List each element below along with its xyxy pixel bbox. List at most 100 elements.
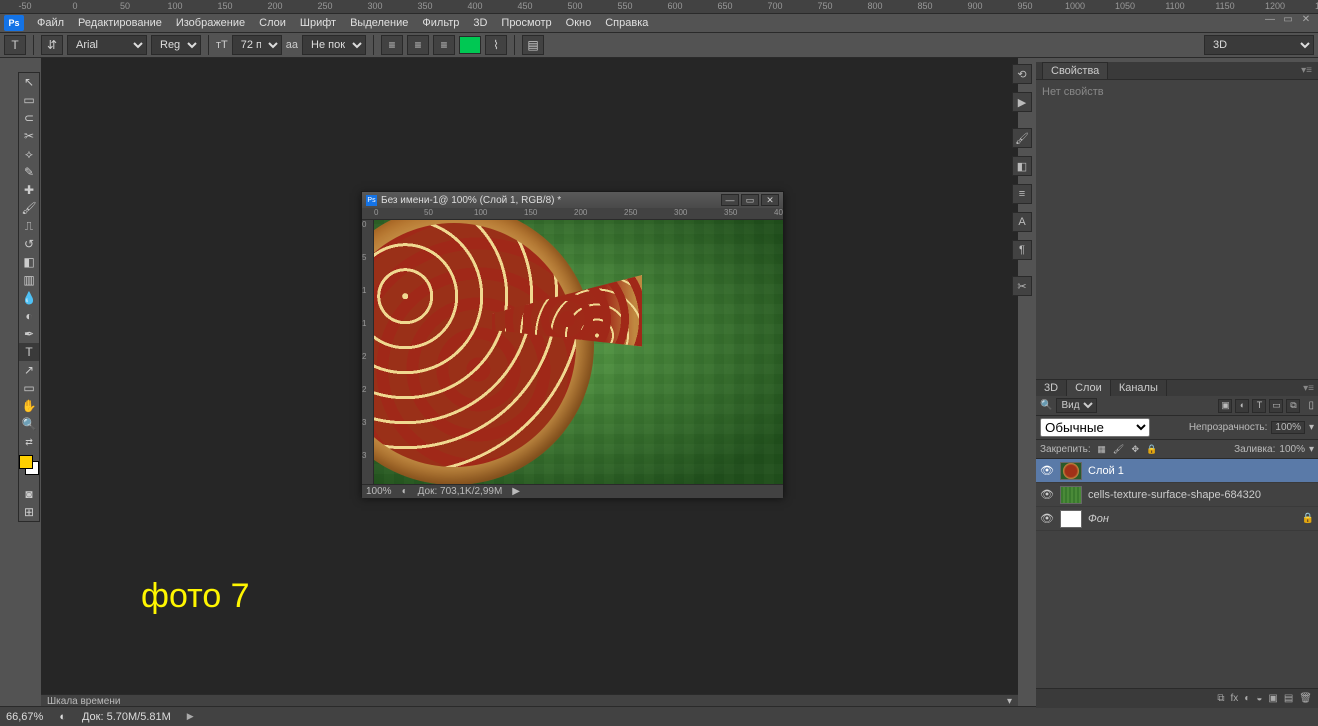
status-zoom[interactable]: 66,67%	[6, 711, 43, 723]
menu-Редактирование[interactable]: Редактирование	[71, 15, 169, 31]
adjustments-panel-icon[interactable]: ◧	[1012, 156, 1032, 176]
document-titlebar[interactable]: Ps Без имени-1@ 100% (Слой 1, RGB/8) * —…	[362, 192, 783, 208]
layer-filter-select[interactable]: Вид	[1056, 398, 1097, 413]
lasso-tool-icon[interactable]: ⊂	[19, 109, 39, 127]
quick-select-tool-icon[interactable]: ✂	[19, 127, 39, 145]
document-window[interactable]: Ps Без имени-1@ 100% (Слой 1, RGB/8) * —…	[361, 191, 784, 497]
align-left-icon[interactable]: ≡	[381, 35, 403, 55]
opacity-chevron-icon[interactable]: ▾	[1309, 422, 1314, 433]
dodge-tool-icon[interactable]: ◐	[19, 307, 39, 325]
menu-Изображение[interactable]: Изображение	[169, 15, 252, 31]
text-tool-icon[interactable]: T	[4, 35, 26, 55]
blur-tool-icon[interactable]: 💧	[19, 289, 39, 307]
filter-type-icon[interactable]: T	[1252, 399, 1266, 413]
properties-menu-icon[interactable]: ▾≡	[1301, 65, 1312, 76]
foreground-color-swatch[interactable]	[19, 455, 33, 469]
layer-thumbnail[interactable]	[1060, 510, 1082, 528]
character-panel-icon2[interactable]: A	[1012, 212, 1032, 232]
lock-position-icon[interactable]: ✥	[1128, 442, 1142, 456]
status-play-icon[interactable]: ▶	[187, 711, 194, 722]
status-exposure-icon[interactable]: ◐	[59, 711, 66, 723]
move-tool-icon[interactable]: ↖	[19, 73, 39, 91]
eyedropper-tool-icon[interactable]: ✎	[19, 163, 39, 181]
filter-shape-icon[interactable]: ▭	[1269, 399, 1283, 413]
brush-tool-icon[interactable]: 🖌	[19, 199, 39, 217]
tools-presets-icon[interactable]: ✂	[1012, 276, 1032, 296]
doc-zoom[interactable]: 100%	[366, 486, 392, 497]
canvas[interactable]	[374, 220, 783, 484]
screen-mode-icon[interactable]: ⊞	[19, 503, 39, 521]
adjustment-layer-icon[interactable]: ◒	[1256, 693, 1262, 704]
zoom-tool-icon[interactable]: 🔍	[19, 415, 39, 433]
filter-search-icon[interactable]: 🔍	[1040, 400, 1052, 411]
layer-row[interactable]: 👁 Слой 1	[1036, 459, 1318, 483]
layer-row[interactable]: 👁 cells-texture-surface-shape-684320	[1036, 483, 1318, 507]
color-swatches[interactable]	[19, 455, 39, 485]
blend-mode-select[interactable]: Обычные	[1040, 418, 1150, 437]
swap-colors-icon[interactable]: ⇄	[19, 433, 39, 451]
link-layers-icon[interactable]: ⧉	[1217, 693, 1224, 704]
mask-icon[interactable]: ◐	[1244, 693, 1250, 704]
tab-layers[interactable]: Слои	[1067, 380, 1111, 396]
menu-Файл[interactable]: Файл	[30, 15, 71, 31]
menu-3D[interactable]: 3D	[466, 15, 494, 31]
type-tool-icon[interactable]: T	[19, 343, 39, 361]
filter-smart-icon[interactable]: ⧉	[1286, 399, 1300, 413]
menu-Выделение[interactable]: Выделение	[343, 15, 415, 31]
history-brush-tool-icon[interactable]: ↺	[19, 235, 39, 253]
visibility-icon[interactable]: 👁	[1040, 464, 1054, 477]
fx-icon[interactable]: fx	[1231, 693, 1239, 704]
opacity-field[interactable]: 100%	[1271, 421, 1305, 434]
align-right-icon[interactable]: ≡	[433, 35, 455, 55]
quick-mask-icon[interactable]: ◙	[19, 485, 39, 503]
crop-tool-icon[interactable]: ⟡	[19, 145, 39, 163]
layers-menu-icon[interactable]: ▾≡	[1303, 383, 1318, 394]
lock-all-icon[interactable]: 🔒	[1145, 442, 1159, 456]
orientation-toggle-icon[interactable]: ⇵	[41, 35, 63, 55]
pen-tool-icon[interactable]: ✒	[19, 325, 39, 343]
layer-thumbnail[interactable]	[1060, 486, 1082, 504]
healing-tool-icon[interactable]: ✚	[19, 181, 39, 199]
delete-layer-icon[interactable]: 🗑	[1299, 693, 1312, 704]
styles-panel-icon[interactable]: ≡	[1012, 184, 1032, 204]
paragraph-panel-icon[interactable]: ¶	[1012, 240, 1032, 260]
menu-Фильтр[interactable]: Фильтр	[415, 15, 466, 31]
marquee-tool-icon[interactable]: ▭	[19, 91, 39, 109]
menu-Справка[interactable]: Справка	[598, 15, 655, 31]
window-minimize-icon[interactable]: —	[1262, 14, 1278, 28]
font-style-select[interactable]: Regular	[151, 35, 201, 55]
filter-adjust-icon[interactable]: ◐	[1235, 399, 1249, 413]
doc-close-icon[interactable]: ✕	[761, 194, 779, 206]
visibility-icon[interactable]: 👁	[1040, 488, 1054, 501]
path-select-tool-icon[interactable]: ↗	[19, 361, 39, 379]
font-size-select[interactable]: 72 пт	[232, 35, 282, 55]
layer-name[interactable]: Слой 1	[1088, 465, 1314, 477]
threed-select[interactable]: 3D	[1204, 35, 1314, 55]
menu-Окно[interactable]: Окно	[559, 15, 599, 31]
lock-transparent-icon[interactable]: ▦	[1095, 442, 1109, 456]
actions-panel-icon[interactable]: ▶	[1012, 92, 1032, 112]
text-color-swatch[interactable]	[459, 36, 481, 54]
layer-name[interactable]: cells-texture-surface-shape-684320	[1088, 489, 1314, 501]
doc-play-icon[interactable]: ▶	[512, 486, 520, 497]
doc-minimize-icon[interactable]: —	[721, 194, 739, 206]
gradient-tool-icon[interactable]: ▥	[19, 271, 39, 289]
fill-chevron-icon[interactable]: ▾	[1309, 444, 1314, 455]
menu-Просмотр[interactable]: Просмотр	[494, 15, 558, 31]
warp-text-icon[interactable]: ⌇	[485, 35, 507, 55]
fill-field[interactable]: 100%	[1279, 444, 1305, 455]
visibility-icon[interactable]: 👁	[1040, 512, 1054, 525]
window-restore-icon[interactable]: ▭	[1280, 14, 1296, 28]
layer-name[interactable]: Фон	[1088, 513, 1296, 525]
tab-channels[interactable]: Каналы	[1111, 380, 1167, 396]
group-icon[interactable]: ▣	[1268, 693, 1277, 704]
layer-row[interactable]: 👁Фон🔒	[1036, 507, 1318, 531]
antialias-select[interactable]: Не показывать	[302, 35, 366, 55]
filter-image-icon[interactable]: ▣	[1218, 399, 1232, 413]
align-center-icon[interactable]: ≡	[407, 35, 429, 55]
properties-tab[interactable]: Свойства	[1042, 62, 1108, 79]
shape-tool-icon[interactable]: ▭	[19, 379, 39, 397]
font-family-select[interactable]: Arial	[67, 35, 147, 55]
lock-pixels-icon[interactable]: 🖌	[1111, 442, 1125, 456]
layer-thumbnail[interactable]	[1060, 462, 1082, 480]
